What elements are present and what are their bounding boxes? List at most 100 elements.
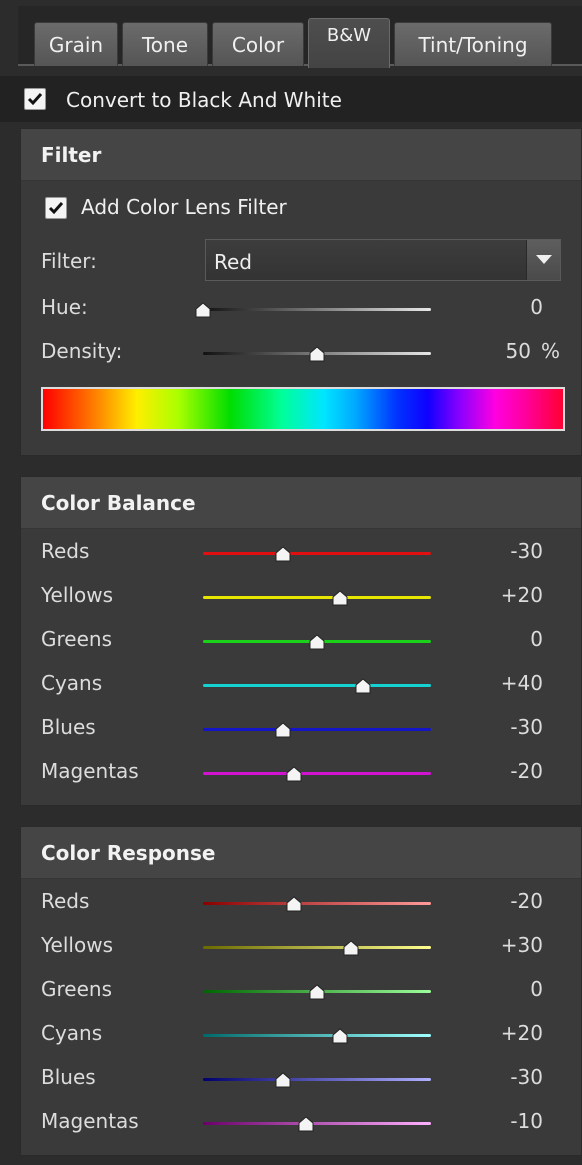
filter-label: Filter: xyxy=(41,249,97,273)
row-value-greens: 0 xyxy=(530,977,543,1001)
slider-track[interactable] xyxy=(203,728,431,731)
hue-slider[interactable] xyxy=(195,301,431,319)
slider-thumb[interactable] xyxy=(309,984,325,1000)
slider-magentas[interactable] xyxy=(203,765,431,783)
slider-thumb-icon[interactable] xyxy=(275,1072,291,1088)
slider-thumb[interactable] xyxy=(286,766,302,782)
section-title: Filter xyxy=(41,143,102,167)
row-value-reds: -30 xyxy=(510,539,543,563)
slider-thumb-icon[interactable] xyxy=(298,1116,314,1132)
slider-yellows[interactable] xyxy=(203,589,431,607)
tab-bw[interactable]: B&W xyxy=(308,18,390,68)
slider-thumb[interactable] xyxy=(309,634,325,650)
color-balance-section: Color Balance Reds -30 Yellows +20 Greens 0 Cy… xyxy=(20,476,582,806)
slider-track[interactable] xyxy=(203,946,431,949)
row-value-blues: -30 xyxy=(510,1065,543,1089)
tab-grain[interactable]: Grain xyxy=(34,22,118,66)
slider-thumb-icon[interactable] xyxy=(343,940,359,956)
filter-dropdown[interactable]: Red xyxy=(205,239,561,281)
add-filter-checkbox[interactable] xyxy=(45,197,67,219)
row-value-reds: -20 xyxy=(510,889,543,913)
slider-thumb[interactable] xyxy=(332,1028,348,1044)
slider-thumb-icon[interactable] xyxy=(275,546,291,562)
slider-track[interactable] xyxy=(203,1122,431,1125)
row-label-blues: Blues xyxy=(41,715,96,739)
tab-tint-toning[interactable]: Tint/Toning xyxy=(394,22,552,66)
slider-track[interactable] xyxy=(203,552,431,555)
slider-track[interactable] xyxy=(203,684,431,687)
density-unit: % xyxy=(541,339,561,363)
density-label: Density: xyxy=(41,339,123,363)
slider-thumb-icon[interactable] xyxy=(286,896,302,912)
slider-thumb[interactable] xyxy=(195,302,211,318)
slider-thumb[interactable] xyxy=(275,546,291,562)
filter-section: Filter Add Color Lens Filter Filter: Red… xyxy=(20,128,582,456)
checkmark-icon xyxy=(48,202,64,215)
row-value-greens: 0 xyxy=(530,627,543,651)
row-value-magentas: -20 xyxy=(510,759,543,783)
slider-track[interactable] xyxy=(203,1078,431,1081)
color-balance-header: Color Balance xyxy=(21,477,581,529)
row-label-cyans: Cyans xyxy=(41,1021,103,1045)
slider-greens[interactable] xyxy=(203,633,431,651)
slider-cyans[interactable] xyxy=(203,677,431,695)
row-label-blues: Blues xyxy=(41,1065,96,1089)
dropdown-button[interactable] xyxy=(526,240,560,280)
tab-color[interactable]: Color xyxy=(212,22,304,66)
slider-thumb-icon[interactable] xyxy=(332,590,348,606)
slider-thumb-icon[interactable] xyxy=(309,984,325,1000)
slider-thumb-icon[interactable] xyxy=(309,634,325,650)
slider-magentas[interactable] xyxy=(203,1115,431,1133)
density-slider[interactable] xyxy=(203,345,431,363)
slider-track[interactable] xyxy=(203,902,431,905)
row-label-greens: Greens xyxy=(41,627,112,651)
convert-checkbox[interactable] xyxy=(24,88,46,110)
slider-yellows[interactable] xyxy=(203,939,431,957)
add-filter-label: Add Color Lens Filter xyxy=(81,195,287,219)
hue-value: 0 xyxy=(530,295,543,319)
row-label-reds: Reds xyxy=(41,539,90,563)
slider-thumb[interactable] xyxy=(332,590,348,606)
slider-thumb-icon[interactable] xyxy=(195,302,211,318)
convert-label: Convert to Black And White xyxy=(66,88,342,112)
row-value-cyans: +40 xyxy=(500,671,543,695)
slider-thumb[interactable] xyxy=(355,678,371,694)
slider-thumb-icon[interactable] xyxy=(309,346,325,362)
slider-reds[interactable] xyxy=(203,895,431,913)
slider-thumb[interactable] xyxy=(298,1116,314,1132)
density-value: 50 xyxy=(505,339,531,363)
slider-thumb[interactable] xyxy=(309,346,325,362)
slider-track[interactable] xyxy=(203,308,431,311)
row-label-cyans: Cyans xyxy=(41,671,103,695)
chevron-down-icon xyxy=(536,255,552,264)
slider-thumb[interactable] xyxy=(343,940,359,956)
slider-track[interactable] xyxy=(203,596,431,599)
row-label-yellows: Yellows xyxy=(41,583,113,607)
row-value-blues: -30 xyxy=(510,715,543,739)
slider-cyans[interactable] xyxy=(203,1027,431,1045)
color-spectrum-bar xyxy=(41,387,565,431)
slider-reds[interactable] xyxy=(203,545,431,563)
slider-thumb-icon[interactable] xyxy=(355,678,371,694)
slider-track[interactable] xyxy=(203,1034,431,1037)
bw-panel: Grain Tone Color B&W Tint/Toning Convert… xyxy=(0,0,582,1165)
slider-thumb-icon[interactable] xyxy=(332,1028,348,1044)
row-value-magentas: -10 xyxy=(510,1109,543,1133)
slider-blues[interactable] xyxy=(203,1071,431,1089)
tab-bar: Grain Tone Color B&W Tint/Toning xyxy=(18,6,582,68)
tab-tone[interactable]: Tone xyxy=(122,22,208,66)
slider-track[interactable] xyxy=(203,772,431,775)
slider-greens[interactable] xyxy=(203,983,431,1001)
section-title: Color Balance xyxy=(41,491,196,515)
slider-thumb-icon[interactable] xyxy=(286,766,302,782)
slider-thumb[interactable] xyxy=(286,896,302,912)
color-response-section: Color Response Reds -20 Yellows +30 Greens 0 C… xyxy=(20,826,582,1156)
row-label-greens: Greens xyxy=(41,977,112,1001)
slider-blues[interactable] xyxy=(203,721,431,739)
slider-thumb[interactable] xyxy=(275,1072,291,1088)
hue-label: Hue: xyxy=(41,295,88,319)
slider-thumb[interactable] xyxy=(275,722,291,738)
checkmark-icon xyxy=(27,93,43,106)
slider-thumb-icon[interactable] xyxy=(275,722,291,738)
filter-dropdown-value: Red xyxy=(214,250,252,274)
